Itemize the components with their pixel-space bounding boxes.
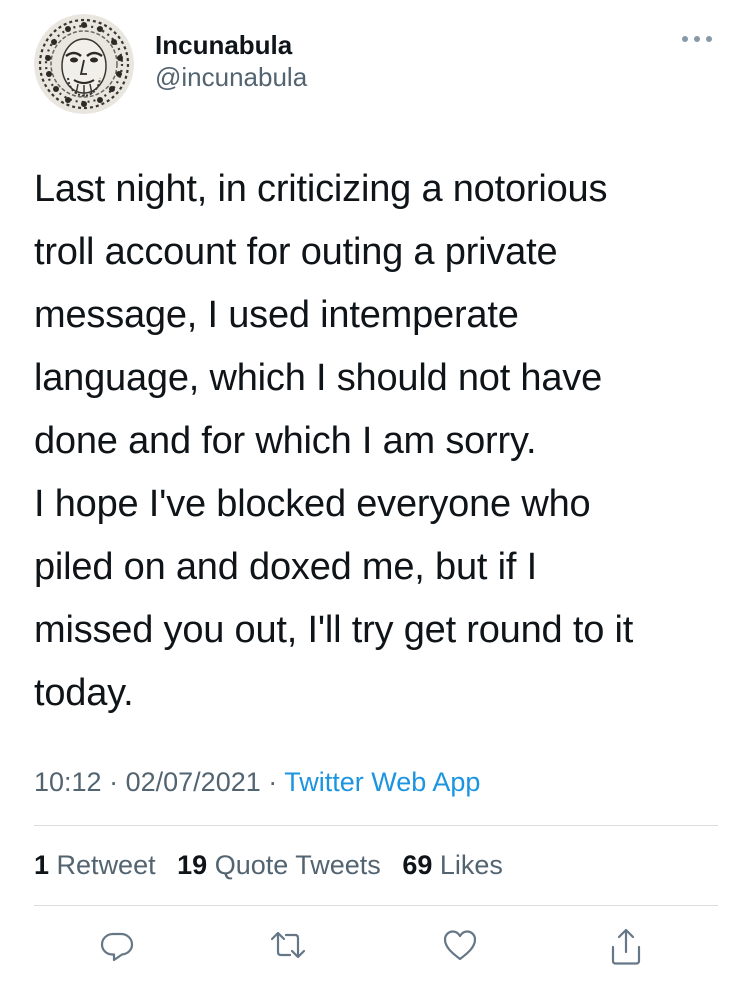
tweet-source-link[interactable]: Twitter Web App	[284, 767, 480, 797]
retweet-count: 1	[34, 850, 50, 880]
share-button[interactable]	[606, 925, 646, 969]
like-icon	[443, 930, 477, 961]
user-names: Incunabula @incunabula	[155, 30, 307, 94]
tweet-date[interactable]: 02/07/2021	[126, 767, 261, 797]
tweet-stats: 1 Retweet 19 Quote Tweets 69 Likes	[34, 846, 517, 884]
share-icon	[611, 928, 641, 965]
like-label: Likes	[439, 850, 503, 880]
woodcut-face-avatar-icon	[34, 14, 134, 114]
retweet-count-link[interactable]: 1 Retweet	[34, 846, 156, 884]
tweet-detail: Incunabula @incunabula Last night, in cr…	[0, 0, 749, 982]
retweet-label: Retweet	[56, 850, 156, 880]
tweet-header: Incunabula @incunabula	[34, 12, 724, 122]
like-button[interactable]	[440, 925, 480, 969]
like-count: 69	[402, 850, 433, 880]
display-name[interactable]: Incunabula	[155, 30, 307, 60]
retweet-icon	[270, 931, 306, 959]
tweet-actions	[0, 925, 749, 975]
more-options-button[interactable]	[680, 32, 714, 46]
tweet-time[interactable]: 10:12	[34, 767, 102, 797]
tweet-meta: 10:12 · 02/07/2021 · Twitter Web App	[34, 764, 480, 800]
quote-label: Quote Tweets	[214, 850, 381, 880]
meta-separator: ·	[268, 767, 278, 797]
like-count-link[interactable]: 69 Likes	[402, 846, 503, 884]
divider	[34, 825, 718, 826]
quote-count: 19	[177, 850, 208, 880]
meta-separator: ·	[109, 767, 119, 797]
retweet-button[interactable]	[268, 925, 308, 969]
more-horizontal-icon	[682, 36, 712, 42]
tweet-text: Last night, in criticizing a notorious t…	[34, 168, 634, 714]
user-handle[interactable]: @incunabula	[155, 60, 307, 94]
reply-button[interactable]	[97, 925, 137, 969]
divider	[34, 905, 718, 906]
avatar[interactable]	[34, 14, 134, 114]
reply-icon	[100, 932, 134, 962]
quote-count-link[interactable]: 19 Quote Tweets	[177, 846, 381, 884]
